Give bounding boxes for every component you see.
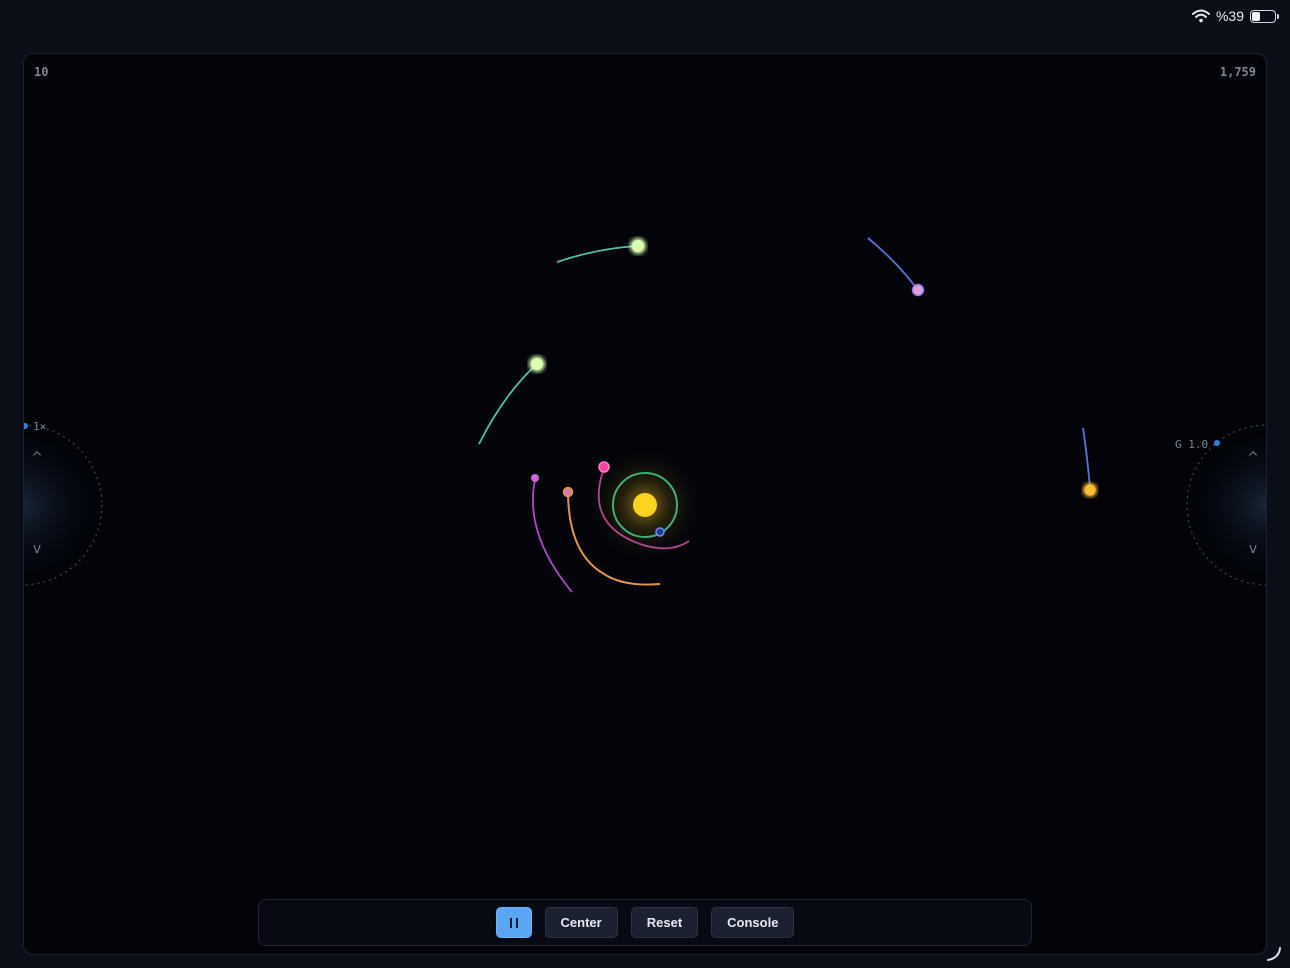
step-counter: 1,759 — [1219, 65, 1256, 79]
pause-button[interactable] — [495, 907, 532, 938]
pause-icon — [509, 917, 518, 928]
body-green-top[interactable] — [632, 240, 644, 252]
chevron-down-icon[interactable]: v — [1244, 541, 1262, 557]
body-blue[interactable] — [655, 527, 665, 537]
body-magenta[interactable] — [531, 474, 539, 482]
chevron-up-icon[interactable]: ^ — [28, 450, 46, 466]
body-green-left[interactable] — [531, 358, 543, 370]
sun[interactable] — [633, 493, 657, 517]
gravity-dial-label: G 1.0 — [1175, 438, 1209, 451]
console-button[interactable]: Console — [711, 907, 795, 938]
body-lilac[interactable] — [911, 283, 925, 297]
gravity-dial-marker — [1214, 440, 1220, 446]
trail-green-left — [478, 363, 538, 445]
orbit-simulation[interactable] — [24, 54, 1267, 955]
reset-button[interactable]: Reset — [630, 907, 699, 938]
chevron-down-icon[interactable]: v — [28, 541, 46, 557]
body-orange[interactable] — [562, 486, 574, 498]
battery-level — [1252, 11, 1260, 21]
battery-icon — [1250, 9, 1279, 23]
trail-green-top — [556, 245, 639, 263]
center-button[interactable]: Center — [544, 907, 618, 938]
battery-percent: %39 — [1215, 8, 1244, 24]
trail-blue-far — [1082, 427, 1091, 489]
wifi-icon — [1191, 9, 1210, 23]
chevron-up-icon[interactable]: ^ — [1244, 450, 1262, 466]
body-gold[interactable] — [1084, 484, 1096, 496]
speed-dial[interactable] — [24, 424, 103, 586]
simulation-canvas[interactable]: 10 1,759 1× ^ v G 1.0 ^ v — [23, 53, 1267, 955]
resize-handle-icon[interactable] — [1266, 946, 1282, 962]
body-count: 10 — [34, 65, 49, 79]
body-pink[interactable] — [598, 461, 610, 473]
trail-blue-right — [867, 237, 918, 290]
control-toolbar: Center Reset Console — [258, 899, 1032, 946]
status-bar: %39 — [1191, 6, 1279, 26]
speed-dial-label: 1× — [33, 420, 47, 433]
